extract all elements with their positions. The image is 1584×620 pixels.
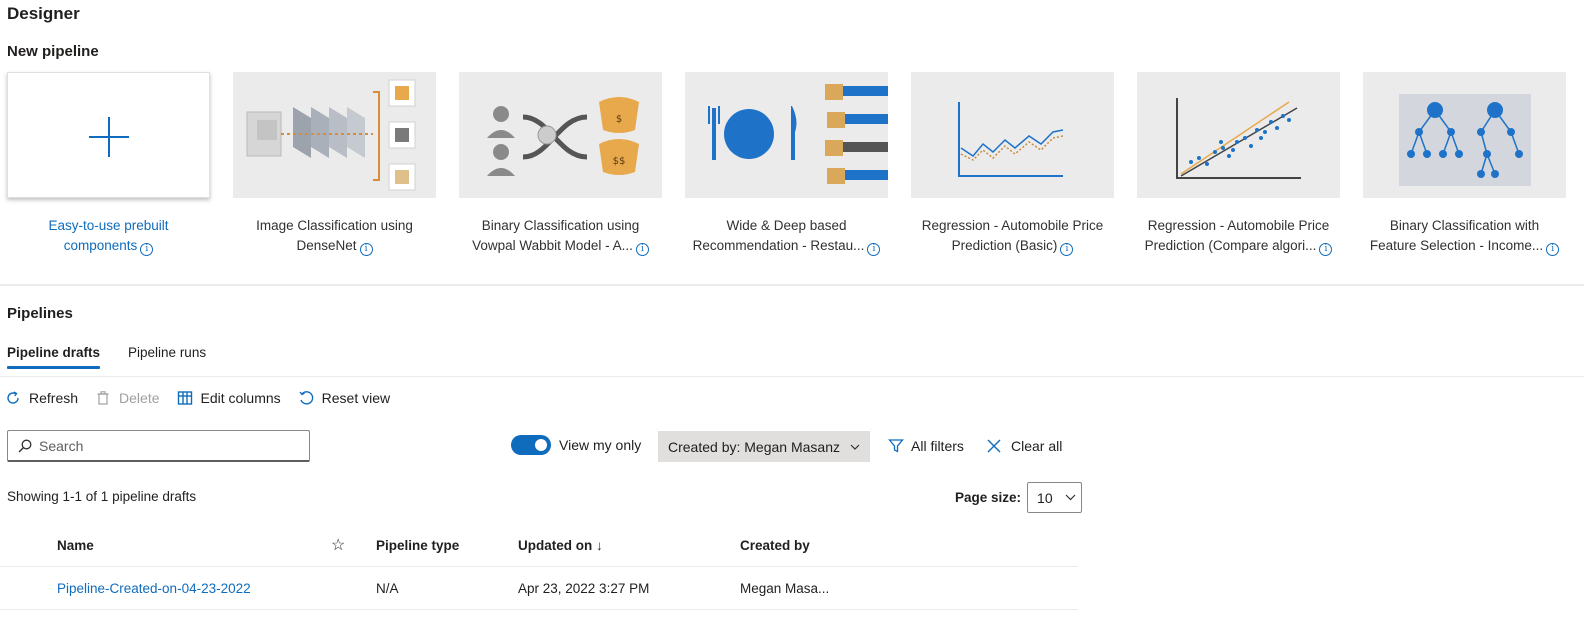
card-regression-compare[interactable]: Regression - Automobile Price Prediction…	[1137, 72, 1340, 256]
refresh-button[interactable]: Refresh	[5, 390, 78, 406]
card-regression-basic[interactable]: Regression - Automobile Price Prediction…	[911, 72, 1114, 256]
card-thumbnail[interactable]	[1137, 72, 1340, 198]
pipeline-drafts-table: Name ☆ Pipeline type Updated on ↓ Create…	[0, 527, 1078, 610]
chevron-down-icon	[850, 444, 860, 450]
search-placeholder: Search	[39, 437, 84, 454]
edit-columns-button[interactable]: Edit columns	[177, 390, 281, 406]
card-label[interactable]: Binary Classification using Vowpal Wabbi…	[459, 216, 662, 256]
info-icon[interactable]: i	[1546, 243, 1560, 256]
table-header: Name ☆ Pipeline type Updated on ↓ Create…	[0, 527, 1078, 565]
page-size-control: Page size: 10	[955, 482, 1083, 513]
pipeline-name-link[interactable]: Pipeline-Created-on-04-23-2022	[57, 581, 251, 596]
info-icon[interactable]: i	[635, 243, 649, 256]
toolbar: Refresh Delete Edit columns Reset view	[5, 390, 407, 406]
card-binary-classification-vowpal[interactable]: $ $$ Binary Classification using Vowpal …	[459, 72, 662, 256]
info-icon[interactable]: i	[359, 243, 373, 256]
reset-view-button[interactable]: Reset view	[298, 390, 390, 406]
card-label[interactable]: Wide & Deep based Recommendation - Resta…	[685, 216, 888, 256]
card-label[interactable]: Image Classification using DenseNet i	[233, 216, 436, 256]
page-size-value: 10	[1037, 489, 1053, 506]
densenet-illustration-icon	[246, 79, 416, 191]
all-filters-button[interactable]: All filters	[888, 438, 964, 454]
created-by-cell: Megan Masa...	[740, 581, 830, 596]
info-icon[interactable]: i	[867, 243, 881, 256]
card-thumbnail[interactable]: $ $$	[459, 72, 662, 198]
toggle-knob	[535, 439, 547, 451]
pipelines-heading: Pipelines	[7, 305, 73, 322]
plate-thumbs-illustration-icon	[708, 84, 888, 184]
delete-button[interactable]: Delete	[95, 390, 160, 406]
tabs-divider	[0, 376, 1584, 377]
refresh-label: Refresh	[29, 390, 79, 406]
reset-icon	[299, 391, 313, 405]
created-by-filter[interactable]: Created by: Megan Masanz	[658, 431, 870, 462]
info-icon[interactable]: i	[140, 243, 154, 256]
page-size-label: Page size:	[955, 490, 1022, 505]
plus-icon	[89, 117, 129, 157]
updated-on-cell: Apr 23, 2022 3:27 PM	[518, 581, 650, 596]
toggle-label: View my only	[559, 437, 642, 453]
table-row[interactable]: Pipeline-Created-on-04-23-2022 N/A Apr 2…	[0, 566, 1078, 610]
clear-all-label: Clear all	[1011, 438, 1063, 454]
card-label[interactable]: Easy-to-use prebuilt components i	[7, 216, 210, 256]
refresh-icon	[7, 391, 19, 404]
page-title: Designer	[7, 4, 80, 23]
new-pipeline-heading: New pipeline	[7, 43, 99, 60]
all-filters-label: All filters	[911, 438, 964, 454]
line-chart-illustration-icon	[958, 102, 1064, 177]
columns-icon	[177, 391, 192, 405]
svg-text:$: $	[616, 114, 622, 125]
card-binary-classification-feature-selection[interactable]: Binary Classification with Feature Selec…	[1363, 72, 1566, 256]
trash-icon	[97, 391, 109, 405]
card-label[interactable]: Regression - Automobile Price Prediction…	[1137, 216, 1340, 256]
search-icon	[18, 439, 32, 452]
tab-pipeline-runs[interactable]: Pipeline runs	[128, 345, 206, 369]
pipeline-type-cell: N/A	[376, 581, 399, 596]
reset-view-label: Reset view	[321, 390, 391, 406]
column-header-created-by[interactable]: Created by	[740, 538, 810, 553]
card-thumbnail[interactable]	[7, 72, 210, 198]
card-thumbnail[interactable]	[233, 72, 436, 198]
column-header-updated-on[interactable]: Updated on ↓	[518, 538, 603, 553]
page-size-dropdown[interactable]: 10	[1027, 482, 1083, 513]
scatter-plot-illustration-icon	[1176, 98, 1301, 179]
svg-text:$$: $$	[613, 156, 626, 167]
chevron-down-icon	[1065, 494, 1076, 501]
card-thumbnail[interactable]	[1363, 72, 1566, 198]
created-by-label: Created by: Megan Masanz	[668, 438, 840, 455]
delete-label: Delete	[119, 390, 160, 406]
star-icon[interactable]: ☆	[331, 535, 345, 555]
tab-pipeline-drafts[interactable]: Pipeline drafts	[7, 345, 101, 369]
edit-columns-label: Edit columns	[200, 390, 281, 406]
card-label[interactable]: Regression - Automobile Price Prediction…	[911, 216, 1114, 256]
card-label[interactable]: Binary Classification with Feature Selec…	[1363, 216, 1566, 256]
column-header-name[interactable]: Name	[57, 538, 94, 553]
card-wide-deep-recommendation[interactable]: Wide & Deep based Recommendation - Resta…	[685, 72, 888, 256]
card-image-classification[interactable]: Image Classification using DenseNet i	[233, 72, 436, 256]
filter-icon	[888, 439, 904, 453]
pipeline-templates: Easy-to-use prebuilt components i Image …	[7, 72, 1566, 256]
search-input[interactable]: Search	[7, 430, 310, 462]
card-thumbnail[interactable]	[911, 72, 1114, 198]
showing-count: Showing 1-1 of 1 pipeline drafts	[7, 489, 197, 504]
info-icon[interactable]: i	[1319, 243, 1333, 256]
view-my-only-toggle-group: View my only	[511, 435, 641, 455]
view-my-only-toggle[interactable]	[511, 435, 551, 455]
close-icon	[987, 439, 1001, 453]
clear-all-button[interactable]: Clear all	[987, 438, 1062, 454]
section-divider	[0, 284, 1584, 286]
decision-tree-illustration-icon	[1399, 94, 1531, 186]
info-icon[interactable]: i	[1060, 243, 1074, 256]
column-header-pipeline-type[interactable]: Pipeline type	[376, 538, 459, 553]
card-thumbnail[interactable]	[685, 72, 888, 198]
people-money-illustration-icon: $ $$	[487, 97, 639, 176]
pipeline-tabs: Pipeline drafts Pipeline runs	[7, 345, 206, 369]
card-prebuilt-components[interactable]: Easy-to-use prebuilt components i	[7, 72, 210, 256]
